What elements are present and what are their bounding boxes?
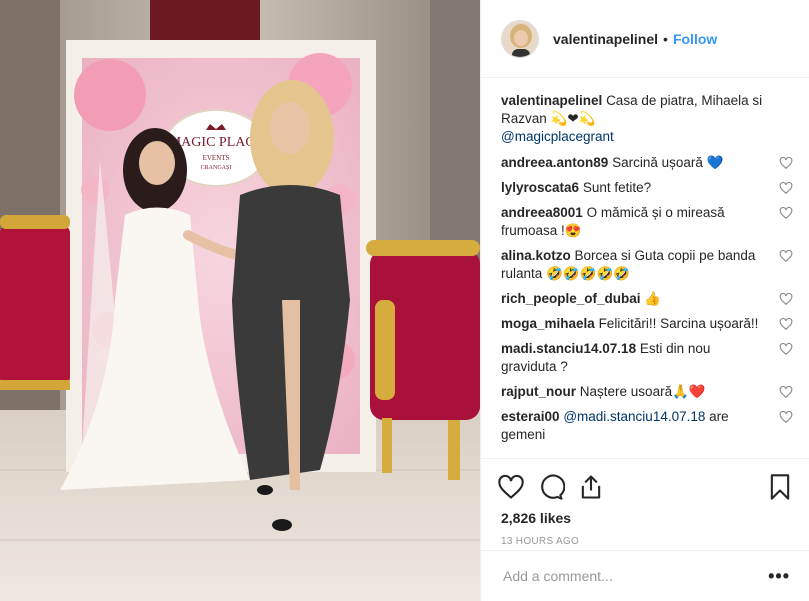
post-timestamp[interactable]: 13 HOURS AGO xyxy=(497,536,794,547)
action-icons xyxy=(497,467,794,507)
header-username[interactable]: valentinapelinel xyxy=(553,31,658,47)
comment-mention[interactable]: @madi.stanciu14.07.18 xyxy=(563,409,705,424)
like-comment-heart-icon[interactable] xyxy=(779,385,793,399)
more-options-icon[interactable]: ••• xyxy=(768,566,790,587)
post-photo[interactable]: MAGIC PLACE EVENTS CRANGAȘI xyxy=(0,0,480,601)
caption: valentinapelinel Casa de piatra, Mihaela… xyxy=(501,92,791,146)
comment-row: esterai00 @madi.stanciu14.07.18 are geme… xyxy=(501,408,793,444)
comment-text: Felicitări!! Sarcina ușoară!! xyxy=(598,316,759,331)
like-comment-heart-icon[interactable] xyxy=(779,342,793,356)
add-comment-input[interactable] xyxy=(501,567,769,585)
like-comment-heart-icon[interactable] xyxy=(779,181,793,195)
comment-row: madi.stanciu14.07.18 Esti din nou gravid… xyxy=(501,340,793,376)
comment-username[interactable]: esterai00 xyxy=(501,409,560,424)
post-sidebar: valentinapelinel • Follow valentinapelin… xyxy=(480,0,809,601)
comment-username[interactable]: rich_people_of_dubai xyxy=(501,291,641,306)
comment-text: Sarcină ușoară 💙 xyxy=(612,155,724,170)
header-separator: • xyxy=(663,30,668,47)
like-comment-heart-icon[interactable] xyxy=(779,292,793,306)
avatar-image xyxy=(502,20,538,57)
sign-sub: EVENTS xyxy=(203,154,230,162)
like-comment-heart-icon[interactable] xyxy=(779,206,793,220)
comment-row: rajput_nour Naștere usoară🙏❤️ xyxy=(501,383,793,401)
comment-text: Sunt fetite? xyxy=(582,180,652,195)
comment-username[interactable]: madi.stanciu14.07.18 xyxy=(501,341,636,356)
like-comment-heart-icon[interactable] xyxy=(779,156,793,170)
heart-icon[interactable] xyxy=(497,473,525,501)
comment-username[interactable]: moga_mihaela xyxy=(501,316,595,331)
comment-username[interactable]: lylyroscata6 xyxy=(501,180,579,195)
comment-row: andreea.anton89 Sarcină ușoară 💙 xyxy=(501,154,793,172)
like-comment-heart-icon[interactable] xyxy=(779,249,793,263)
follow-button[interactable]: Follow xyxy=(673,31,717,47)
comment-username[interactable]: alina.kotzo xyxy=(501,248,571,263)
caption-username[interactable]: valentinapelinel xyxy=(501,93,602,108)
comment-text: Naștere usoară🙏❤️ xyxy=(579,384,706,399)
sign-text: MAGIC PLACE xyxy=(169,135,264,150)
comment-row: rich_people_of_dubai 👍 xyxy=(501,290,793,308)
comment-row: andreea8001 O mămică și o mireasă frumoa… xyxy=(501,204,793,240)
comment-username[interactable]: andreea.anton89 xyxy=(501,155,608,170)
comment-username[interactable]: andreea8001 xyxy=(501,205,583,220)
sign-sub2: CRANGAȘI xyxy=(201,165,232,171)
instagram-post: MAGIC PLACE EVENTS CRANGAȘI valentinapel… xyxy=(0,0,809,601)
post-image: MAGIC PLACE EVENTS CRANGAȘI xyxy=(0,0,480,601)
avatar[interactable] xyxy=(501,19,539,58)
share-icon[interactable] xyxy=(577,473,605,501)
comment-row: lylyroscata6 Sunt fetite? xyxy=(501,179,793,197)
post-actions: 2,826 likes 13 HOURS AGO xyxy=(481,458,809,555)
bookmark-icon[interactable] xyxy=(766,473,794,501)
post-header: valentinapelinel • Follow xyxy=(481,0,809,78)
caption-mention[interactable]: @magicplacegrant xyxy=(501,129,614,144)
comments-list: valentinapelinel Casa de piatra, Mihaela… xyxy=(501,92,793,451)
comment-username[interactable]: rajput_nour xyxy=(501,384,576,399)
comment-icon[interactable] xyxy=(537,473,565,501)
likes-count[interactable]: 2,826 likes xyxy=(497,510,794,526)
like-comment-heart-icon[interactable] xyxy=(779,410,793,424)
add-comment-bar: ••• xyxy=(481,550,809,601)
like-comment-heart-icon[interactable] xyxy=(779,317,793,331)
comment-row: moga_mihaela Felicitări!! Sarcina ușoară… xyxy=(501,315,793,333)
comment-text: 👍 xyxy=(644,291,662,306)
comment-row: alina.kotzo Borcea si Guta copii pe band… xyxy=(501,247,793,283)
